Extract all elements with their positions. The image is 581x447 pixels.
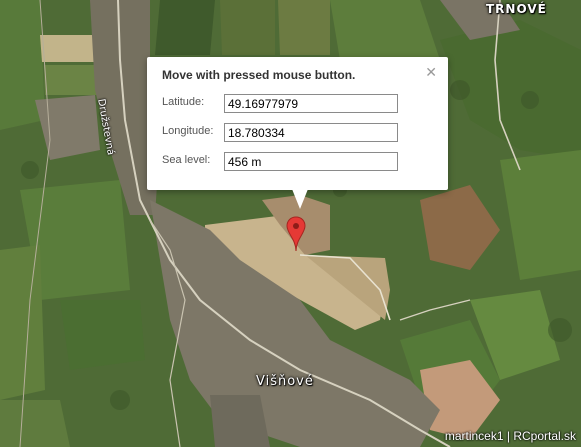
sea-level-label: Sea level: <box>162 154 211 166</box>
sea-level-field[interactable] <box>224 152 398 171</box>
longitude-label: Longitude: <box>162 125 214 137</box>
latitude-label: Latitude: <box>162 96 205 108</box>
popup-pointer <box>292 189 308 209</box>
popup-title: Move with pressed mouse button. <box>162 68 356 82</box>
place-label-visnove: Višňové <box>256 374 314 389</box>
place-label-trnove: TRNOVÉ <box>486 2 547 16</box>
longitude-field[interactable] <box>224 123 398 142</box>
latitude-field[interactable] <box>224 94 398 113</box>
coordinates-popup: Move with pressed mouse button. ✕ Latitu… <box>147 57 448 209</box>
close-icon[interactable]: ✕ <box>425 64 437 81</box>
map-attribution: martincek1 | RCportal.sk <box>444 429 576 443</box>
map-pin-icon[interactable] <box>286 216 306 252</box>
